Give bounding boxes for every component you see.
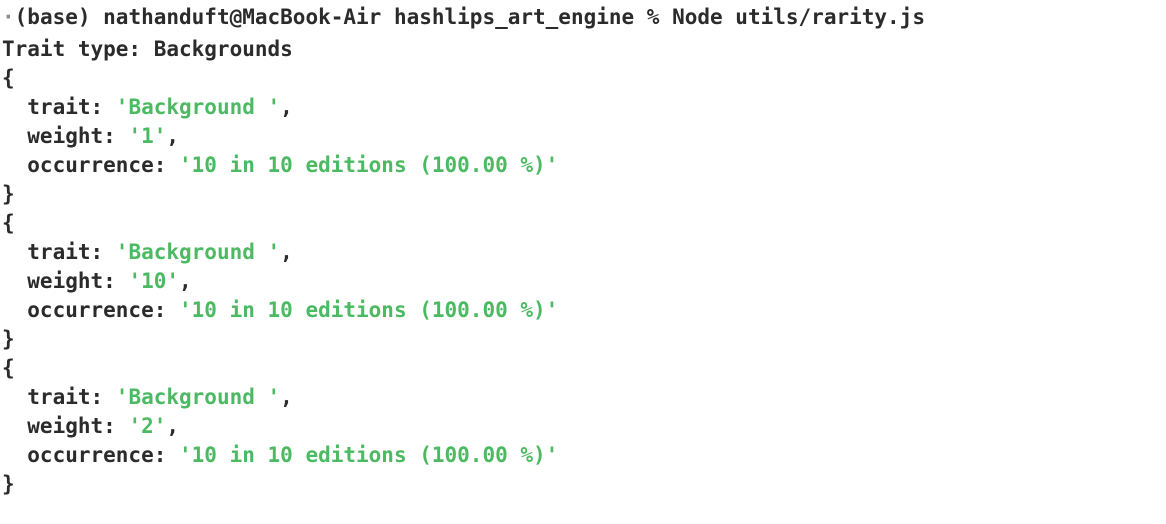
trait-comma: , (280, 95, 293, 119)
trait-type-header-line: Trait type: Backgrounds (0, 35, 1166, 64)
occurrence-label: occurrence: (2, 153, 180, 177)
trait-label: trait: (2, 385, 116, 409)
trait-value: 'Background ' (115, 240, 281, 264)
weight-value: '10' (128, 269, 180, 293)
block-weight-line: weight: '1', (0, 122, 1166, 151)
weight-value: '1' (128, 124, 167, 148)
occurrence-label: occurrence: (2, 443, 180, 467)
occurrence-label: occurrence: (2, 298, 180, 322)
trait-value: 'Background ' (115, 385, 281, 409)
weight-comma: , (166, 124, 180, 148)
weight-label: weight: (2, 414, 129, 438)
open-brace-glyph: { (2, 66, 15, 90)
block-occurrence-line: occurrence: '10 in 10 editions (100.00 %… (0, 296, 1166, 325)
weight-label: weight: (2, 269, 129, 293)
block-occurrence-line: occurrence: '10 in 10 editions (100.00 %… (0, 441, 1166, 470)
open-brace-glyph: { (2, 356, 15, 380)
open-brace-glyph: { (2, 211, 15, 235)
block-trait-line: trait: 'Background ', (0, 383, 1166, 412)
occurrence-value: '10 in 10 editions (100.00 %)' (179, 443, 559, 467)
close-brace-glyph: } (2, 327, 15, 351)
block-occurrence-line: occurrence: '10 in 10 editions (100.00 %… (0, 151, 1166, 180)
prompt-text: (base) nathanduft@MacBook-Air hashlips_a… (14, 5, 925, 29)
close-brace-glyph: } (2, 472, 15, 496)
trait-type-header-text: Trait type: Backgrounds (2, 37, 293, 61)
occurrence-value: '10 in 10 editions (100.00 %)' (179, 298, 559, 322)
close-brace-glyph: } (2, 182, 15, 206)
trait-label: trait: (2, 240, 116, 264)
terminal-prompt-line: ·(base) nathanduft@MacBook-Air hashlips_… (0, 0, 1166, 35)
block-close-brace: } (0, 180, 1166, 209)
weight-comma: , (166, 414, 180, 438)
prompt-leading-stub: · (2, 5, 15, 29)
block-trait-line: trait: 'Background ', (0, 238, 1166, 267)
trait-comma: , (280, 385, 293, 409)
block-open-brace: { (0, 209, 1166, 238)
block-close-brace: } (0, 325, 1166, 354)
block-weight-line: weight: '10', (0, 267, 1166, 296)
weight-label: weight: (2, 124, 129, 148)
terminal-window[interactable]: ·(base) nathanduft@MacBook-Air hashlips_… (0, 0, 1166, 524)
weight-comma: , (179, 269, 192, 293)
trait-comma: , (280, 240, 293, 264)
weight-value: '2' (128, 414, 167, 438)
block-close-brace: } (0, 470, 1166, 499)
block-weight-line: weight: '2', (0, 412, 1166, 441)
block-open-brace: { (0, 354, 1166, 383)
occurrence-value: '10 in 10 editions (100.00 %)' (179, 153, 559, 177)
block-trait-line: trait: 'Background ', (0, 93, 1166, 122)
trait-label: trait: (2, 95, 116, 119)
block-open-brace: { (0, 64, 1166, 93)
trait-value: 'Background ' (115, 95, 281, 119)
